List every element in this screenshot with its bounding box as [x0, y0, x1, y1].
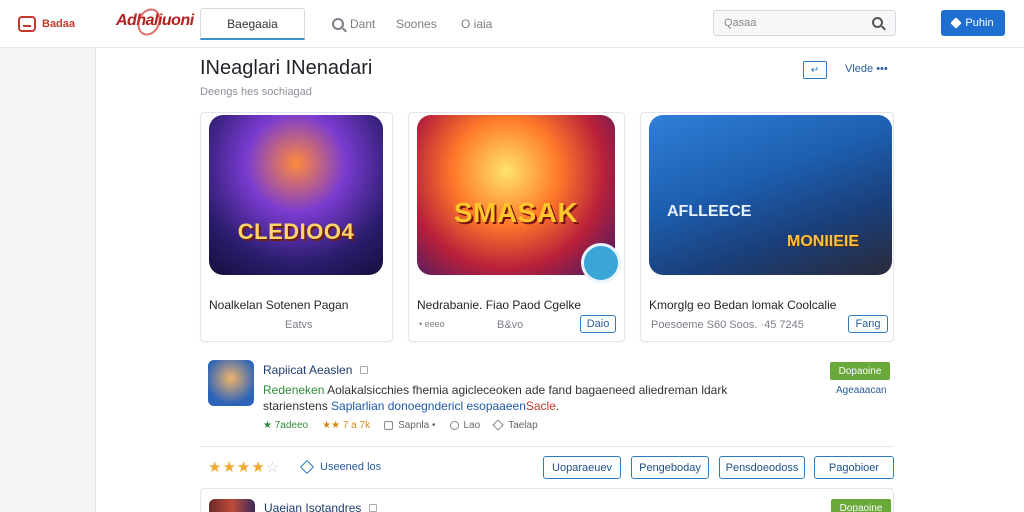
card-meta-secondary: B&vo: [497, 319, 524, 331]
inbox-icon: [18, 15, 36, 32]
action-button[interactable]: Pagobioer: [814, 456, 894, 479]
app-logo[interactable]: Adhaliuoni: [116, 12, 194, 30]
stat-comments[interactable]: Lao: [449, 420, 481, 431]
tab-search[interactable]: Dant: [332, 8, 375, 40]
list-item-description: Redeneken Aolakalsicchies fhemia agiclec…: [263, 382, 823, 414]
desc-link[interactable]: Saplarlian donoegndericl esopaaeen: [331, 399, 526, 413]
stat-stars: ★★ 7 a 7k: [322, 420, 371, 431]
game-art-title: SMASAK: [453, 197, 579, 228]
search-input[interactable]: Qasaa: [713, 10, 896, 36]
thumbs-up-icon: [384, 420, 394, 430]
publish-label: Puhin: [965, 17, 994, 29]
stars-empty: ☆: [265, 459, 281, 476]
rated-label: Useened los: [320, 461, 382, 473]
list-item-title[interactable]: Uaeian Isotandres: [264, 501, 378, 512]
view-more-link[interactable]: Vlede •••: [845, 63, 888, 75]
card-title[interactable]: Noalkelan Sotenen Pagan: [209, 298, 348, 312]
stat-tags-text: Taelap: [508, 420, 538, 431]
list-item-action-button[interactable]: Dopaoine: [831, 499, 891, 512]
list-item: Rapiicat Aeaslen Redeneken Aolakalsicchi…: [200, 352, 894, 444]
stars-filled: ★★★★: [208, 459, 266, 476]
card-title[interactable]: Kmorglg eo Bedan lomak Coolcalie: [649, 298, 836, 312]
card-meta: Poesoeme S60 Soos. ·45 7245: [651, 319, 804, 331]
tab-more[interactable]: O iaia: [461, 8, 492, 40]
search-icon[interactable]: [872, 17, 883, 28]
tab-search-label: Dant: [350, 17, 376, 31]
game-art[interactable]: CLEDIOO4: [209, 115, 383, 275]
list-item-action-button[interactable]: Dopaoine: [830, 362, 890, 380]
stat-comments-text: Lao: [463, 420, 481, 431]
left-sidebar: Badaa: [0, 0, 96, 512]
game-art[interactable]: AFLLEECE MONIIEIE: [649, 115, 892, 275]
tv-badge-icon: [581, 243, 621, 283]
stat-tags[interactable]: Taelap: [492, 419, 538, 432]
desc-text: .: [555, 399, 560, 413]
game-card[interactable]: AFLLEECE MONIIEIE Kmorglg eo Bedan lomak…: [640, 112, 894, 342]
game-card[interactable]: SMASAK Nedrabanie. Fiao Paod Cgelke • ee…: [408, 112, 625, 342]
list-item-title-text: Uaeian Isotandres: [264, 501, 362, 512]
tag-icon: [492, 419, 504, 432]
action-button[interactable]: Uoparaeuev: [543, 456, 621, 479]
stat-rating: ★ 7adeeo: [263, 420, 309, 431]
sidebar-brand[interactable]: Badaa: [0, 0, 96, 48]
stat-likes-text: Sapnla •: [398, 420, 436, 431]
game-thumbnail[interactable]: [209, 499, 255, 512]
card-title[interactable]: Nedrabanie. Fiao Paod Cgelke: [417, 298, 581, 312]
desc-alert: Sacle: [525, 399, 556, 413]
game-card[interactable]: CLEDIOO4 Noalkelan Sotenen Pagan Eatvs: [200, 112, 393, 342]
lock-icon: [360, 366, 369, 374]
card-action-button[interactable]: Daio: [580, 315, 616, 333]
lock-icon: [369, 504, 378, 512]
list-item-title[interactable]: Rapiicat Aeaslen: [263, 363, 369, 377]
bolt-icon: [950, 17, 963, 29]
list-item-title-text: Rapiicat Aeaslen: [263, 363, 353, 377]
list-item-stats: ★ 7adeeo ★★ 7 a 7k Sapnla • Lao Taelap: [263, 419, 538, 432]
list-item: Uaeian Isotandres Dopaoine: [200, 488, 894, 512]
tab-scores[interactable]: Soones: [396, 8, 437, 40]
header-return-button[interactable]: ↵: [803, 61, 827, 79]
sidebar-brand-label: Badaa: [42, 17, 76, 30]
search-icon: [332, 18, 344, 30]
card-meta: • eeeo: [419, 319, 445, 329]
list-item-link[interactable]: Ageaaacan: [836, 385, 887, 396]
game-art-title: AFLLEECE: [667, 203, 752, 220]
comment-icon: [449, 420, 459, 430]
game-art-title: CLEDIOO4: [237, 219, 355, 244]
action-button[interactable]: Pensdoeodoss: [719, 456, 805, 479]
pencil-icon: [299, 459, 315, 475]
search-placeholder: Qasaa: [724, 17, 757, 29]
desc-text: Aolakalsicchies fhemia agicleceoken ade …: [324, 383, 728, 397]
action-button[interactable]: Pengeboday: [631, 456, 709, 479]
stat-likes[interactable]: Sapnla •: [384, 420, 436, 431]
card-action-button[interactable]: Fang: [848, 315, 888, 333]
page-title: INeaglari INenadari: [200, 57, 373, 79]
tab-active[interactable]: Baegaaia: [200, 8, 305, 40]
rated-link[interactable]: Useened los: [299, 459, 382, 475]
star-rating[interactable]: ★★★★☆: [208, 458, 280, 476]
rating-row: ★★★★☆ Useened los Uoparaeuev Pengeboday …: [200, 452, 894, 482]
desc-highlight: Redeneken: [263, 383, 325, 397]
game-thumbnail[interactable]: [208, 360, 254, 406]
publish-button[interactable]: Puhin: [941, 10, 1005, 36]
top-bar: Adhaliuoni Baegaaia Dant Soones O iaia Q…: [96, 0, 1024, 48]
page-subtitle: Deengs hes sochiagad: [200, 86, 312, 98]
divider: [200, 446, 894, 447]
game-art-subtitle: MONIIEIE: [787, 233, 860, 250]
card-meta: Eatvs: [285, 319, 313, 331]
desc-text: starienstens: [263, 399, 332, 413]
